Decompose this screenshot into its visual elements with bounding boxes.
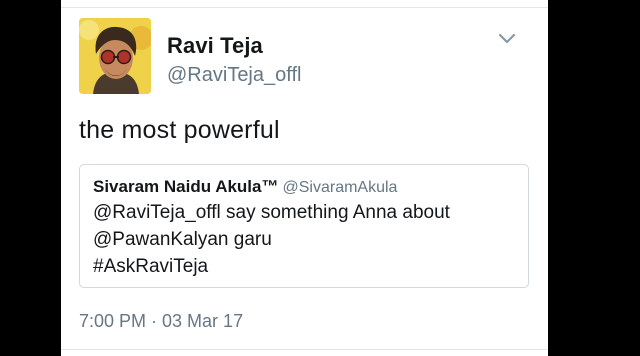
- divider: [61, 7, 548, 8]
- author-username[interactable]: @RaviTeja_offl: [167, 64, 301, 87]
- tweet-text: the most powerful: [79, 116, 280, 144]
- avatar-image: [79, 18, 151, 94]
- chevron-down-icon[interactable]: [497, 31, 517, 47]
- quoted-tweet-line: @PawanKalyan garu: [93, 229, 272, 250]
- author-display-name[interactable]: Ravi Teja: [167, 33, 263, 59]
- quoted-tweet-header: Sivaram Naidu Akula™ @SivaramAkula: [93, 177, 397, 197]
- quoted-author-username[interactable]: @SivaramAkula: [283, 179, 398, 196]
- quoted-tweet-hashtag[interactable]: #AskRaviTeja: [93, 256, 208, 278]
- quoted-tweet-line: @RaviTeja_offl say something Anna about: [93, 202, 450, 223]
- avatar[interactable]: [79, 18, 151, 94]
- tweet-timestamp[interactable]: 7:00 PM · 03 Mar 17: [79, 311, 243, 332]
- divider: [61, 349, 548, 350]
- quoted-author-display-name[interactable]: Sivaram Naidu Akula™: [93, 177, 279, 196]
- tweet-card: Ravi Teja @RaviTeja_offl the most powerf…: [61, 0, 548, 356]
- quoted-tweet[interactable]: Sivaram Naidu Akula™ @SivaramAkula @RaviT…: [79, 164, 529, 288]
